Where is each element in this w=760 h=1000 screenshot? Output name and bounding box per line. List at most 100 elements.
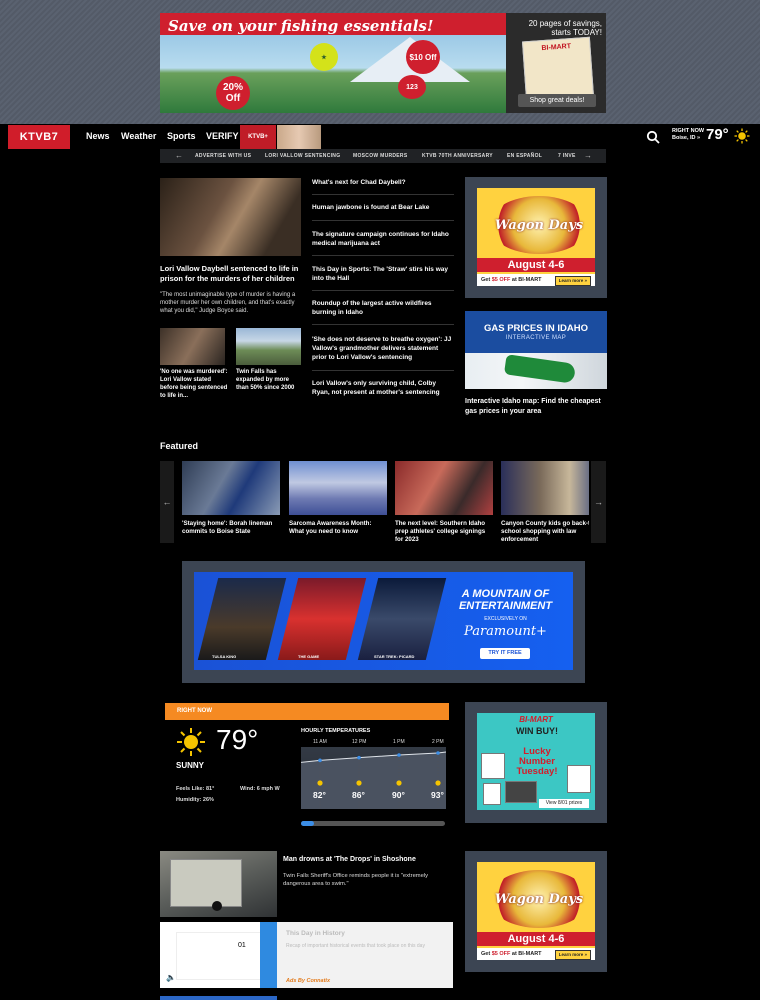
hourly-scrollbar[interactable] (301, 821, 445, 826)
hour-temp: 82° (313, 790, 326, 800)
gas-caption[interactable]: Interactive Idaho map: Find the cheapest… (465, 397, 607, 417)
current-temperature: 79° (216, 724, 259, 755)
shop-deals-button[interactable]: Shop great deals! (518, 94, 596, 107)
show-caption: TULSA KING (212, 654, 237, 659)
trailer-wheel (212, 901, 222, 911)
headline-item[interactable]: The signature campaign continues for Ida… (312, 230, 454, 248)
history-video-promo[interactable]: 01 🔈 This Day in History Recap of import… (160, 922, 453, 988)
featured-card[interactable]: The next level: Southern Idaho prep athl… (395, 461, 493, 544)
subnav-70th-anniversary[interactable]: KTVB 70TH ANNIVERSARY (422, 153, 493, 159)
ad-headline: Save on your fishing essentials! (168, 17, 434, 35)
gas-subtitle: INTERACTIVE MAP (505, 335, 567, 341)
ktvb-plus-button[interactable]: KTVB+ (240, 125, 276, 149)
divider (312, 324, 454, 325)
sub-story-1-image[interactable] (160, 328, 225, 365)
learn-more-button[interactable]: Learn more » (554, 950, 591, 960)
featured-prev-button[interactable]: ← (160, 461, 174, 543)
drowning-story-image[interactable] (160, 851, 277, 917)
sub-story-1-title[interactable]: 'No one was murdered': Lori Vallow state… (160, 368, 230, 400)
event-logo: Wagon Days (489, 870, 589, 928)
ktvb-logo[interactable]: KTVB7 (8, 125, 70, 149)
featured-caption: 'Staying home': Borah lineman commits to… (182, 520, 273, 535)
subnav-advertise[interactable]: ADVERTISE WITH US (195, 153, 251, 159)
promo-desc: Recap of important historical events tha… (286, 943, 425, 949)
sub-story-2-title[interactable]: Twin Falls has expanded by more than 50%… (236, 368, 302, 392)
drowning-story-desc: Twin Falls Sheriff's Office reminds peop… (283, 873, 429, 887)
featured-image (289, 461, 387, 515)
video-player[interactable]: 01 🔈 (160, 922, 262, 988)
try-it-free-button[interactable]: TRY IT FREE (480, 648, 530, 659)
paramount-ad[interactable]: TULSA KING THE GAME STAR TREK: PICARD A … (194, 572, 573, 670)
ad-magazine: BI-MART (521, 36, 595, 102)
headline-item[interactable]: What's next for Chad Daybell? (312, 178, 454, 187)
divider (312, 194, 454, 195)
video-day: 01 (238, 942, 246, 949)
subnav-investigates[interactable]: 7 INVE (558, 153, 576, 159)
subnav-espanol[interactable]: EN ESPAÑOL (507, 153, 542, 159)
event-footer: Get $5 OFF at BI-MART Learn more » (477, 948, 595, 960)
featured-card[interactable]: Sarcoma Awareness Month: What you need t… (289, 461, 387, 536)
hourly-point (436, 751, 440, 755)
subnav-right-arrow-icon[interactable]: → (584, 151, 592, 160)
featured-next-button[interactable]: → (591, 461, 606, 543)
hourly-sun-icon (356, 780, 362, 786)
show-panel (197, 578, 287, 660)
ad-dark-panel: 20 pages of savings, starts TODAY! BI-MA… (506, 13, 606, 113)
subnav-lori-vallow[interactable]: LORI VALLOW SENTENCING (265, 153, 340, 159)
subnav-left-arrow-icon[interactable]: ← (175, 151, 183, 160)
view-prizes-button[interactable]: View 8/01 prizes (539, 799, 589, 808)
ad-pages-note: 20 pages of savings, starts TODAY! (528, 19, 602, 37)
paramount-exclusively: EXCLUSIVELY ON (484, 616, 527, 622)
nav-verify[interactable]: VERIFY (206, 131, 239, 141)
ad-price-badge: 123 (398, 75, 426, 99)
video-frame (176, 932, 262, 980)
ad-10-off-badge: $10 Off (406, 40, 440, 74)
search-icon[interactable] (646, 130, 660, 144)
hour-label: 12 PM (352, 739, 367, 745)
headline-item[interactable]: Human jawbone is found at Bear Lake (312, 203, 454, 212)
sub-story-2-image[interactable] (236, 328, 301, 365)
header-temperature[interactable]: 79° (706, 126, 729, 143)
event-footer: Get $5 OFF at BI-MART Learn more » (477, 274, 595, 286)
drowning-story-title[interactable]: Man drowns at 'The Drops' in Shoshone (283, 856, 416, 863)
hourly-point (397, 753, 401, 757)
headline-item[interactable]: 'She does not deserve to breathe oxygen'… (312, 335, 454, 362)
wagon-days-ad[interactable]: Wagon Days August 4-6 Get $5 OFF at BI-M… (477, 188, 595, 286)
gas-title: GAS PRICES IN IDAHO (484, 323, 588, 334)
ads-by-connatix[interactable]: Ads By Connatix (286, 978, 330, 984)
speaker-icon[interactable]: 🔈 (166, 973, 176, 982)
show-panel (277, 578, 367, 660)
weather-header[interactable]: RIGHT NOW (165, 703, 449, 720)
headline-item[interactable]: Roundup of the largest active wildfires … (312, 299, 454, 317)
event-dates: August 4-6 (477, 258, 595, 272)
nav-sports[interactable]: Sports (167, 131, 196, 141)
hourly-temperatures-title: HOURLY TEMPERATURES (301, 728, 371, 734)
learn-more-button[interactable]: Learn more » (554, 276, 591, 286)
bimart-win: WIN BUY! (516, 726, 558, 736)
hour-temp: 93° (431, 790, 444, 800)
nav-promo-thumbnail[interactable] (277, 125, 321, 149)
right-now-label[interactable]: RIGHT NOW Boise, ID » (672, 128, 704, 142)
headline-item[interactable]: Lori Vallow's only surviving child, Colb… (312, 379, 454, 397)
featured-card[interactable]: Canyon County kids go back-to-school sho… (501, 461, 589, 544)
subnav-moscow-murders[interactable]: MOSCOW MURDERS (353, 153, 407, 159)
wagon-days-ad[interactable]: Wagon Days August 4-6 Get $5 OFF at BI-M… (477, 862, 595, 960)
hour-label: 1 PM (393, 739, 405, 745)
hourly-scrollbar-thumb[interactable] (301, 821, 314, 826)
featured-image (395, 461, 493, 515)
main-story-image[interactable] (160, 178, 301, 256)
featured-image (182, 461, 280, 515)
featured-caption: The next level: Southern Idaho prep athl… (395, 520, 486, 543)
main-story-quote: "The most unimaginable type of murder is… (160, 292, 296, 314)
nav-news[interactable]: News (86, 131, 110, 141)
main-story-title[interactable]: Lori Vallow Daybell sentenced to life in… (160, 264, 302, 284)
appliance-image (567, 765, 591, 793)
nav-weather[interactable]: Weather (121, 131, 156, 141)
bimart-lucky-ad[interactable]: BI-MART WIN BUY! Lucky Number Tuesday! V… (477, 713, 595, 810)
featured-card[interactable]: 'Staying home': Borah lineman commits to… (182, 461, 280, 536)
paramount-headline: A MOUNTAIN OF ENTERTAINMENT (458, 588, 553, 612)
hour-temp: 90° (392, 790, 405, 800)
headline-item[interactable]: This Day in Sports: The 'Straw' stirs hi… (312, 265, 454, 283)
gas-prices-image[interactable]: GAS PRICES IN IDAHO INTERACTIVE MAP (465, 311, 607, 389)
hourly-sun-icon (435, 780, 441, 786)
